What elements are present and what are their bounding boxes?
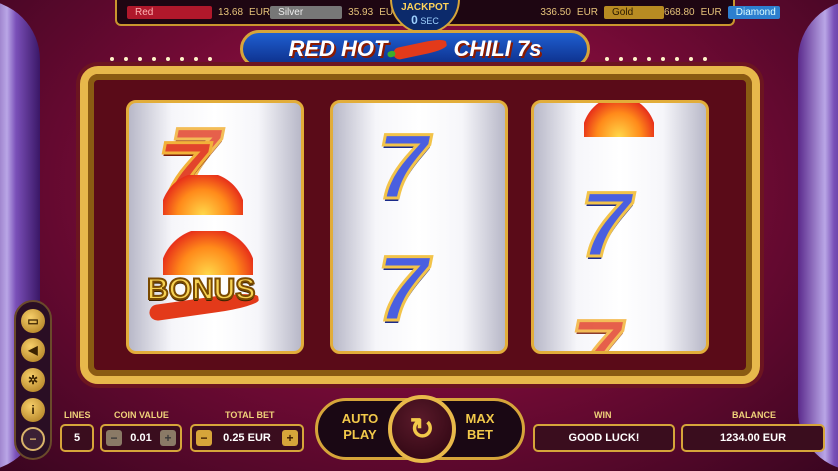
coin-value: 0.01 [130, 432, 152, 444]
sound-icon[interactable]: ◀ [21, 338, 45, 363]
blue-seven-symbol-middle: 7 [578, 174, 632, 276]
spin-arrow-icon: ↻ [409, 412, 435, 446]
game-logo: RED HOT CHILI 7s [240, 30, 590, 68]
side-menu: ▭ ◀ ✲ i − [14, 300, 52, 460]
total-bet-value: 0.25 EUR [223, 432, 271, 444]
jackpot-red-currency: EUR [249, 6, 271, 18]
partial-flame-icon [584, 103, 654, 137]
marquee-lights-left [110, 57, 212, 63]
blue-seven-symbol-bottom: 7 [375, 238, 429, 340]
total-bet-stepper: − 0.25 EUR + [190, 424, 304, 452]
auto-play-label-line2: PLAY [343, 426, 377, 442]
info-icon[interactable]: i [21, 397, 45, 422]
auto-play-button[interactable]: AUTO PLAY [330, 411, 390, 442]
jackpot-timer-value: 0 [411, 13, 418, 27]
max-bet-button[interactable]: MAX BET [450, 411, 510, 442]
jackpot-gold: 336.50 EUR Gold [540, 5, 665, 19]
max-bet-label-line1: MAX [465, 411, 495, 426]
flame-icon [163, 175, 243, 215]
win-display: GOOD LUCK! [533, 424, 675, 452]
right-pillar-decoration [798, 0, 838, 471]
play-controls: AUTO PLAY ↻ MAX BET [315, 395, 525, 463]
bonus-flame-icon [163, 231, 253, 275]
max-bet-label-line2: BET [467, 426, 493, 442]
spin-button[interactable]: ↻ [388, 395, 456, 463]
jackpot-silver-label: Silver [270, 5, 343, 19]
jackpot-title: JACKPOT [401, 2, 449, 13]
jackpot-diamond: 668.80 EUR Diamond [664, 5, 780, 19]
total-bet-decrease-button[interactable]: − [196, 430, 212, 446]
jackpot-bar: Red 13.68 EUR Silver 35.93 EUR 336.50 EU… [115, 0, 780, 34]
balance-display: 1234.00 EUR [681, 424, 825, 452]
coin-value-label: COIN VALUE [114, 410, 169, 420]
blue-seven-symbol-top: 7 [375, 116, 429, 218]
jackpot-diamond-currency: EUR [700, 6, 722, 18]
jackpot-red-label: Red [127, 5, 212, 19]
jackpot-silver-amount: 35.93 [348, 6, 374, 18]
reel-1: 7 7 BONUS [126, 100, 304, 354]
jackpot-diamond-amount: 668.80 [664, 6, 695, 18]
jackpot-gold-label: Gold [604, 5, 665, 19]
reel-2: 7 7 [330, 100, 508, 354]
jackpot-silver: Silver 35.93 EUR [270, 5, 400, 19]
settings-icon[interactable]: ✲ [21, 367, 45, 392]
logo-text-left: RED HOT [288, 36, 388, 61]
coin-value-decrease-button[interactable]: − [106, 430, 122, 446]
jackpot-gold-currency: EUR [576, 6, 599, 18]
jackpot-gold-amount: 336.50 [540, 6, 571, 18]
lines-label: LINES [64, 410, 91, 420]
jackpot-red-amount: 13.68 [218, 6, 244, 18]
coin-value-stepper: − 0.01 + [100, 424, 182, 452]
lines-value[interactable]: 5 [60, 424, 94, 452]
coin-value-increase-button[interactable]: + [159, 430, 176, 446]
menu-icon[interactable]: ▭ [21, 308, 45, 333]
reel-3: 7 7 [531, 100, 709, 354]
win-label: WIN [594, 410, 612, 420]
chili-icon [392, 37, 449, 61]
total-bet-label: TOTAL BET [225, 410, 275, 420]
total-bet-increase-button[interactable]: + [281, 430, 298, 446]
bonus-symbol: BONUS [146, 272, 256, 307]
marquee-lights-right [605, 57, 707, 63]
auto-play-label-line1: AUTO [341, 411, 379, 426]
jackpot-timer-badge: JACKPOT 0 SEC [390, 0, 460, 34]
fire-seven-symbol-partial: 7 [568, 302, 622, 354]
logo-text-right: CHILI 7s [453, 36, 542, 61]
balance-label: BALANCE [732, 410, 776, 420]
jackpot-red: Red 13.68 EUR [127, 5, 271, 19]
jackpot-timer-unit: SEC [420, 16, 439, 26]
minimize-icon[interactable]: − [21, 427, 45, 452]
jackpot-diamond-label: Diamond [727, 5, 780, 19]
jackpot-timer: 0 SEC [392, 13, 458, 27]
